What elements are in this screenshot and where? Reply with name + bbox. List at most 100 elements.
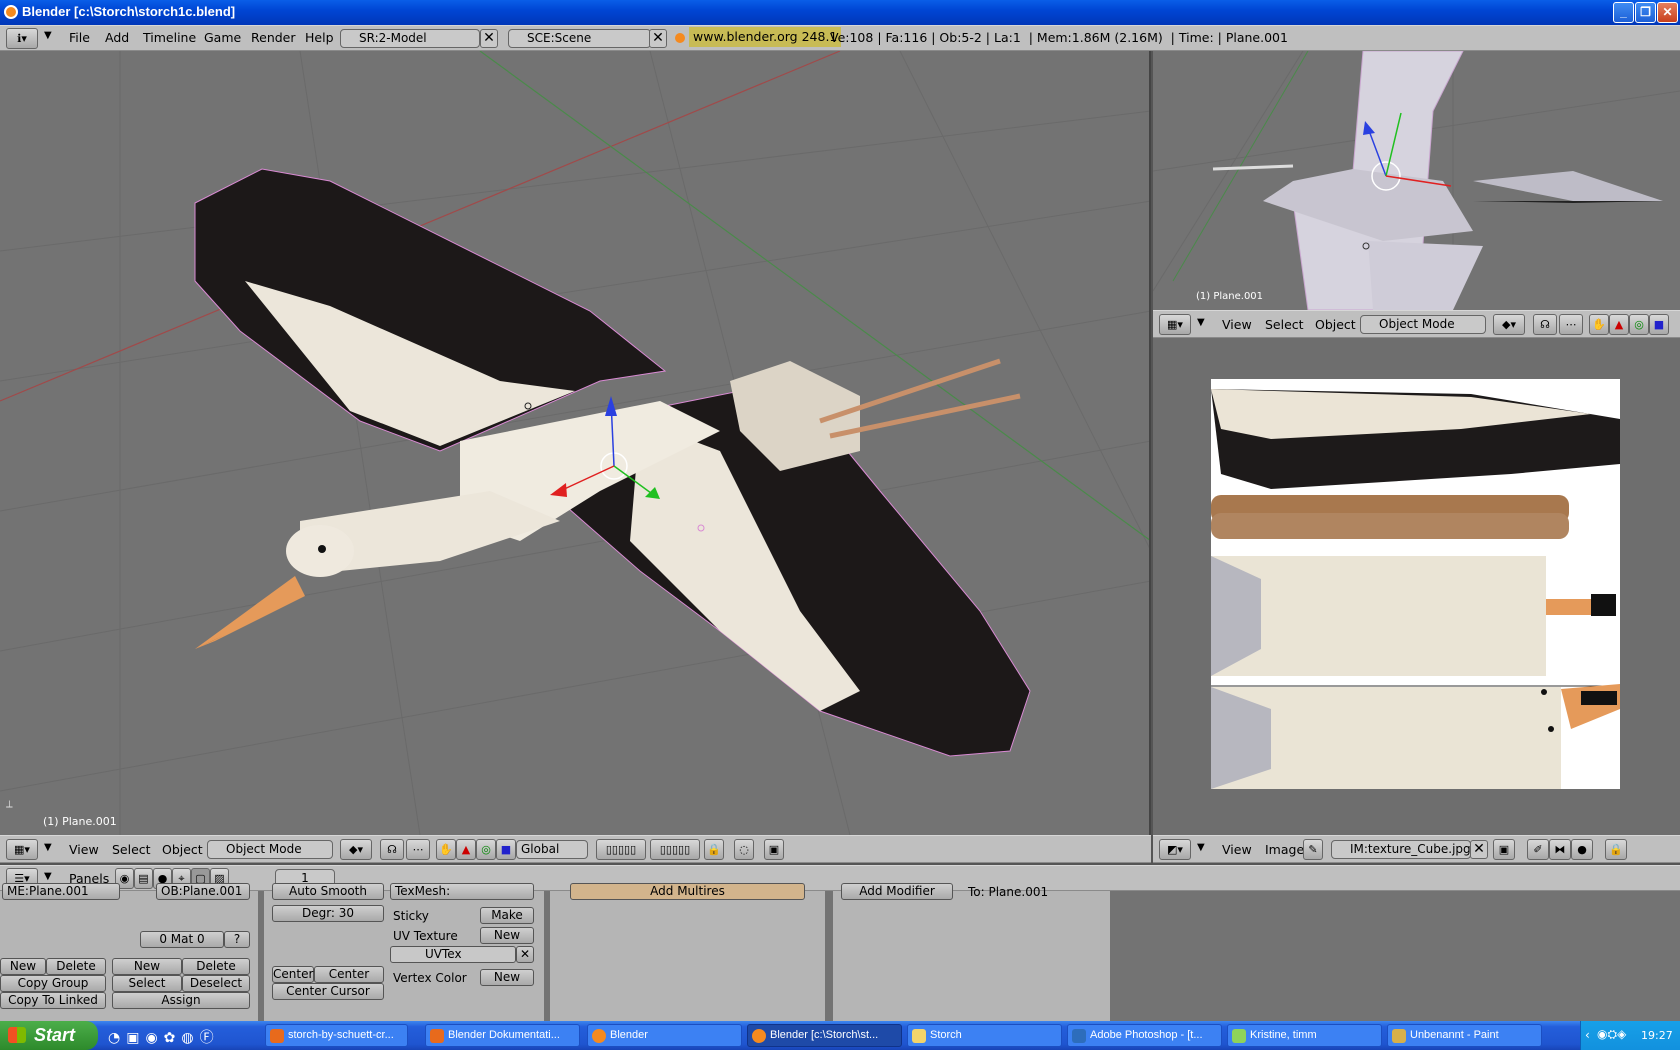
pin-icon[interactable]: ✐ bbox=[1527, 839, 1549, 860]
material-delete-button[interactable]: Delete bbox=[182, 958, 250, 975]
draw-mode-icon[interactable]: ⧓ bbox=[1549, 839, 1571, 860]
start-button[interactable]: Start bbox=[0, 1021, 98, 1050]
stork-model[interactable] bbox=[0, 51, 1151, 835]
menu-help[interactable]: Help bbox=[305, 30, 334, 45]
texmesh-field[interactable]: TexMesh: bbox=[390, 883, 534, 900]
collapse-arrow-icon[interactable]: ▼ bbox=[44, 30, 52, 41]
uv-image-editor[interactable] bbox=[1153, 338, 1680, 835]
menu-object[interactable]: Object bbox=[1315, 317, 1356, 332]
task-blender-storch[interactable]: Blender [c:\Storch\st... bbox=[747, 1024, 902, 1047]
script-context-icon[interactable]: ▤ bbox=[134, 868, 153, 889]
task-blender-docs[interactable]: Blender Dokumentati... bbox=[425, 1024, 580, 1047]
menu-timeline[interactable]: Timeline bbox=[143, 30, 196, 45]
layers-grid-1[interactable]: ▯▯▯▯▯ bbox=[596, 839, 646, 860]
snap-button[interactable]: ⋯ bbox=[406, 839, 430, 860]
uvtex-delete-button[interactable]: ✕ bbox=[516, 946, 534, 963]
task-photoshop[interactable]: Adobe Photoshop - [t... bbox=[1067, 1024, 1222, 1047]
menu-select[interactable]: Select bbox=[1265, 317, 1304, 332]
degr-field[interactable]: Degr: 30 bbox=[272, 905, 384, 922]
small-stork-model[interactable] bbox=[1153, 51, 1680, 310]
minimize-button[interactable]: _ bbox=[1613, 2, 1634, 23]
menu-render[interactable]: Render bbox=[251, 30, 296, 45]
add-modifier-button[interactable]: Add Modifier bbox=[841, 883, 953, 900]
material-select-button[interactable]: Select bbox=[112, 975, 182, 992]
render-camera-icon[interactable]: ▣ bbox=[764, 839, 784, 860]
center-new-button[interactable]: Center New bbox=[314, 966, 384, 996]
close-button[interactable]: ✕ bbox=[1657, 2, 1678, 23]
translate-icon[interactable]: ▲ bbox=[1609, 314, 1629, 335]
task-storch-folder[interactable]: Storch bbox=[907, 1024, 1062, 1047]
tray-clock[interactable]: 19:27 bbox=[1641, 1029, 1673, 1042]
pack-icon[interactable]: ▣ bbox=[1493, 839, 1515, 860]
material-deselect-button[interactable]: Deselect bbox=[182, 975, 250, 992]
blender-url[interactable]: www.blender.org 248.1 bbox=[689, 27, 842, 47]
copy-group-button[interactable]: Copy Group bbox=[0, 975, 106, 992]
delete-scene-button[interactable]: ✕ bbox=[649, 29, 667, 48]
mode-selector[interactable]: Object Mode bbox=[1360, 315, 1486, 334]
task-firefox[interactable]: storch-by-schuett-cr... bbox=[265, 1024, 408, 1047]
uvtex-layer[interactable]: UVTex bbox=[390, 946, 516, 963]
menu-image[interactable]: Image bbox=[1265, 842, 1304, 857]
vertex-color-new-button[interactable]: New bbox=[480, 969, 534, 986]
editor-type-button[interactable]: ◩▾ bbox=[1159, 839, 1191, 860]
menu-view[interactable]: View bbox=[69, 842, 99, 857]
material-index-field[interactable]: 0 Mat 0 bbox=[140, 931, 224, 948]
material-assign-button[interactable]: Assign bbox=[112, 992, 250, 1009]
rotate-icon[interactable]: ◎ bbox=[476, 839, 496, 860]
draw-type-button[interactable]: ◆▾ bbox=[1493, 314, 1525, 335]
menu-file[interactable]: File bbox=[69, 30, 90, 45]
collapse-arrow-icon[interactable]: ▼ bbox=[44, 842, 52, 853]
vgroup-new-button[interactable]: New bbox=[0, 958, 46, 975]
collapse-arrow-icon[interactable]: ▼ bbox=[44, 871, 52, 882]
task-blender[interactable]: Blender bbox=[587, 1024, 742, 1047]
menu-add[interactable]: Add bbox=[105, 30, 129, 45]
material-new-button[interactable]: New bbox=[112, 958, 182, 975]
menu-object[interactable]: Object bbox=[162, 842, 203, 857]
lock-icon[interactable]: 🔒 bbox=[704, 839, 724, 860]
snap-button[interactable]: ⋯ bbox=[1559, 314, 1583, 335]
sticky-make-button[interactable]: Make bbox=[480, 907, 534, 924]
delete-screen-button[interactable]: ✕ bbox=[480, 29, 498, 48]
viewport-type-button[interactable]: ▦▾ bbox=[1159, 314, 1191, 335]
scale-icon[interactable]: ■ bbox=[1649, 314, 1669, 335]
tray-icons[interactable]: ◉⛭◈ bbox=[1597, 1027, 1626, 1042]
render-preview-icon[interactable]: ◌ bbox=[734, 839, 754, 860]
task-paint[interactable]: Unbenannt - Paint bbox=[1387, 1024, 1542, 1047]
center-cursor-button[interactable]: Center Cursor bbox=[272, 983, 384, 1000]
unlink-image-button[interactable]: ✕ bbox=[1470, 840, 1488, 859]
menu-game[interactable]: Game bbox=[204, 30, 241, 45]
mesh-name-field[interactable]: ME:Plane.001 bbox=[2, 883, 120, 900]
auto-smooth-button[interactable]: Auto Smooth bbox=[272, 883, 384, 900]
rotate-icon[interactable]: ◎ bbox=[1629, 314, 1649, 335]
manipulator-hand-icon[interactable]: ✋ bbox=[1589, 314, 1609, 335]
main-3d-viewport[interactable]: ⟂ (1) Plane.001 bbox=[0, 51, 1151, 835]
screen-selector[interactable]: SR:2-Model bbox=[340, 29, 480, 48]
uv-texture-new-button[interactable]: New bbox=[480, 927, 534, 944]
tray-chevron-icon[interactable]: ‹ bbox=[1585, 1028, 1590, 1042]
manipulator-hand-icon[interactable]: ✋ bbox=[436, 839, 456, 860]
copy-to-linked-button[interactable]: Copy To Linked bbox=[0, 992, 106, 1009]
collapse-arrow-icon[interactable]: ▼ bbox=[1197, 317, 1205, 328]
pivot-button[interactable]: ☊ bbox=[1533, 314, 1557, 335]
pivot-button[interactable]: ☊ bbox=[380, 839, 404, 860]
orientation-selector[interactable]: Global bbox=[516, 840, 588, 859]
task-messenger[interactable]: Kristine, timm bbox=[1227, 1024, 1382, 1047]
scale-icon[interactable]: ■ bbox=[496, 839, 516, 860]
collapse-arrow-icon[interactable]: ▼ bbox=[1197, 842, 1205, 853]
add-multires-button[interactable]: Add Multires bbox=[570, 883, 805, 900]
paint-brush-icon[interactable]: ✎ bbox=[1303, 839, 1323, 860]
image-selector[interactable]: IM:texture_Cube.jpg bbox=[1331, 840, 1471, 859]
center-button[interactable]: Center bbox=[272, 966, 314, 983]
menu-select[interactable]: Select bbox=[112, 842, 151, 857]
material-help-button[interactable]: ? bbox=[224, 931, 250, 948]
menu-view[interactable]: View bbox=[1222, 842, 1252, 857]
draw-type-button[interactable]: ◆▾ bbox=[340, 839, 372, 860]
lock-icon[interactable]: 🔒 bbox=[1605, 839, 1627, 860]
small-3d-viewport[interactable]: (1) Plane.001 bbox=[1153, 51, 1680, 310]
menu-view[interactable]: View bbox=[1222, 317, 1252, 332]
layers-grid-2[interactable]: ▯▯▯▯▯ bbox=[650, 839, 700, 860]
maximize-button[interactable]: ❐ bbox=[1635, 2, 1656, 23]
vgroup-delete-button[interactable]: Delete bbox=[46, 958, 106, 975]
scene-selector[interactable]: SCE:Scene bbox=[508, 29, 651, 48]
object-name-field[interactable]: OB:Plane.001 bbox=[156, 883, 250, 900]
